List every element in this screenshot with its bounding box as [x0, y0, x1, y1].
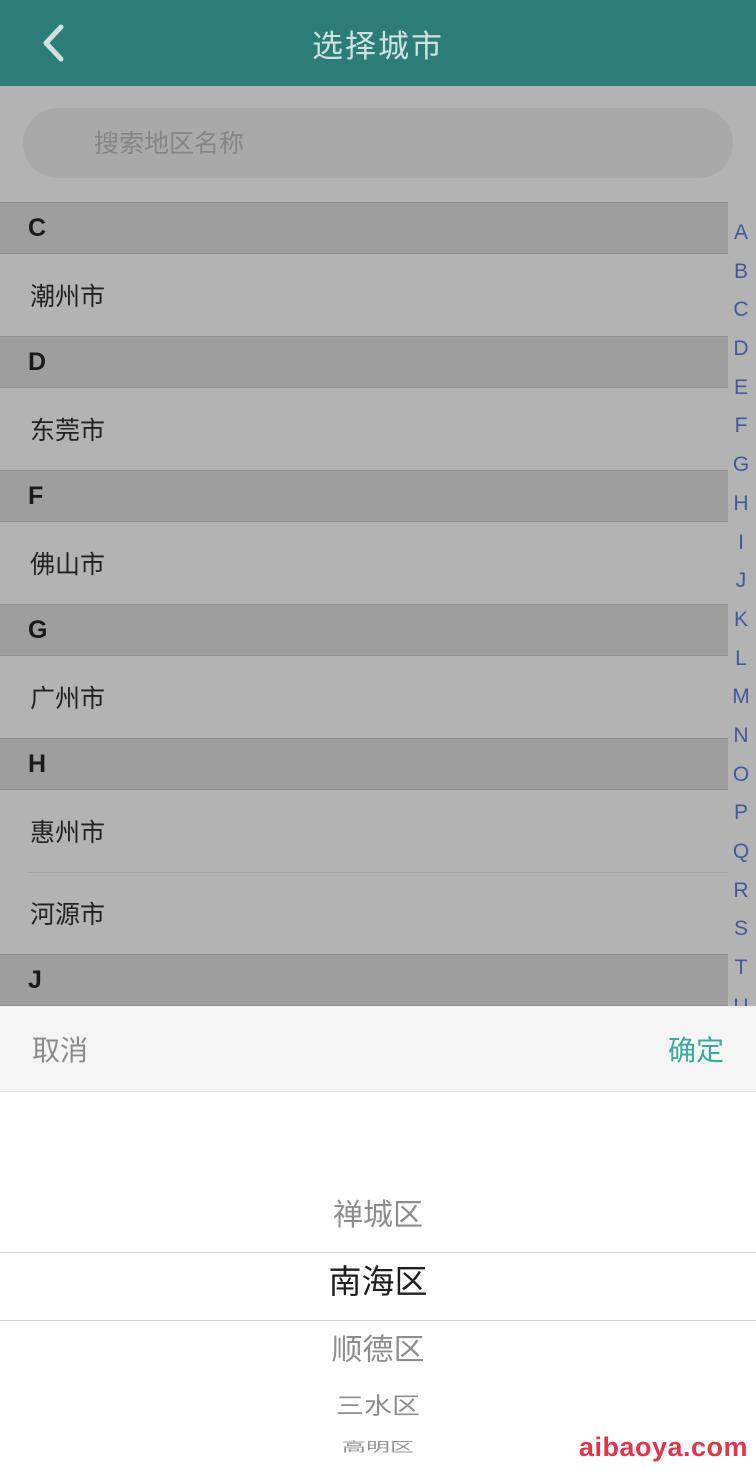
- section-header-g: G: [0, 604, 728, 656]
- city-item[interactable]: 佛山市: [0, 522, 728, 604]
- index-letter-g[interactable]: G: [733, 446, 749, 485]
- picker-option[interactable]: 顺德区: [0, 1333, 756, 1368]
- search-box[interactable]: [23, 108, 733, 178]
- index-letter-d[interactable]: D: [733, 330, 748, 369]
- picker-selection-line-top: [0, 1252, 756, 1253]
- back-button[interactable]: [28, 16, 78, 70]
- index-letter-i[interactable]: I: [738, 524, 744, 563]
- index-letter-t[interactable]: T: [735, 949, 748, 988]
- index-letter-m[interactable]: M: [732, 678, 750, 717]
- index-letter-f[interactable]: F: [735, 407, 748, 446]
- picker-selection-line-bottom: [0, 1320, 756, 1321]
- city-item[interactable]: 潮州市: [0, 254, 728, 336]
- index-letter-j[interactable]: J: [736, 562, 747, 601]
- index-letter-p[interactable]: P: [734, 794, 748, 833]
- alphabet-index-bar[interactable]: ABCDEFGHIJKLMNOPQRSTU: [726, 214, 756, 1006]
- district-picker-wheel[interactable]: 禅城区 南海区 顺德区 三水区 高明区: [0, 1092, 756, 1469]
- section-header-j: J: [0, 954, 728, 1006]
- section-header-d: D: [0, 336, 728, 388]
- index-letter-u[interactable]: U: [733, 988, 748, 1006]
- index-letter-q[interactable]: Q: [733, 833, 749, 872]
- section-header-f: F: [0, 470, 728, 522]
- section-header-c: C: [0, 202, 728, 254]
- index-letter-e[interactable]: E: [734, 369, 748, 408]
- index-letter-n[interactable]: N: [733, 717, 748, 756]
- index-letter-o[interactable]: O: [733, 756, 749, 795]
- index-letter-k[interactable]: K: [734, 601, 748, 640]
- confirm-button[interactable]: 确定: [668, 1029, 724, 1069]
- picker-option-selected[interactable]: 南海区: [0, 1262, 756, 1301]
- index-letter-s[interactable]: S: [734, 910, 748, 949]
- index-letter-a[interactable]: A: [734, 214, 748, 253]
- index-letter-h[interactable]: H: [733, 485, 748, 524]
- picker-toolbar: 取消 确定: [0, 1006, 756, 1092]
- picker-option[interactable]: 三水区: [0, 1392, 756, 1420]
- search-input[interactable]: [94, 128, 654, 158]
- picker-option[interactable]: 禅城区: [0, 1198, 756, 1234]
- city-item[interactable]: 东莞市: [0, 388, 728, 470]
- index-letter-c[interactable]: C: [733, 291, 748, 330]
- index-letter-r[interactable]: R: [733, 872, 748, 911]
- navigation-bar: 选择城市: [0, 0, 756, 86]
- district-picker-sheet: 取消 确定 禅城区 南海区 顺德区 三水区 高明区: [0, 1006, 756, 1469]
- chevron-left-icon: [43, 24, 64, 62]
- page-title: 选择城市: [312, 28, 444, 65]
- city-item[interactable]: 广州市: [0, 656, 728, 738]
- index-letter-b[interactable]: B: [734, 253, 748, 292]
- cancel-button[interactable]: 取消: [32, 1029, 88, 1069]
- index-letter-l[interactable]: L: [735, 640, 747, 679]
- section-header-h: H: [0, 738, 728, 790]
- city-item[interactable]: 惠州市: [0, 790, 728, 872]
- city-list-area: C潮州市D东莞市F佛山市G广州市H惠州市河源市J ABCDEFGHIJKLMNO…: [0, 86, 756, 1006]
- city-item[interactable]: 河源市: [0, 872, 728, 954]
- city-list: C 潮州市 D 东莞市 F 佛山市 G 广州市 H 惠州市 河源市 J: [0, 202, 728, 1006]
- watermark-text: aibaoya.com: [578, 1432, 748, 1462]
